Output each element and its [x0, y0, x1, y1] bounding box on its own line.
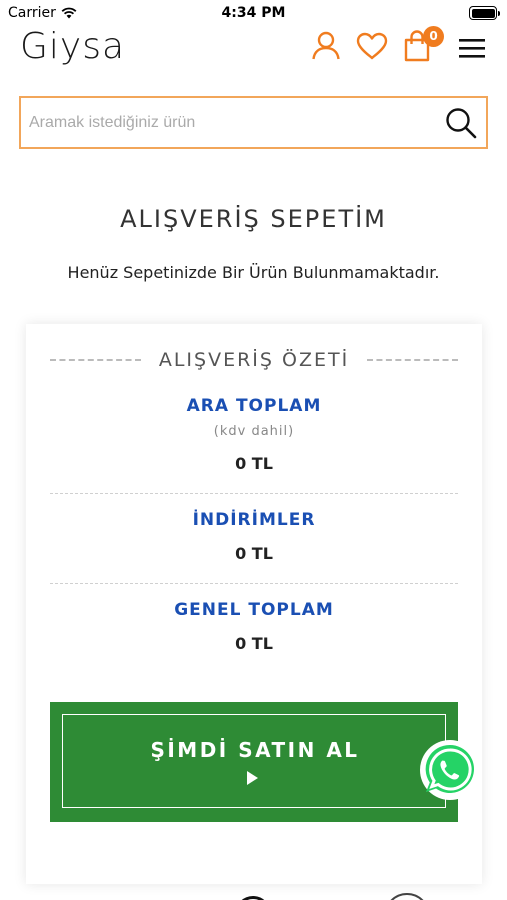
play-arrow-icon — [247, 771, 258, 785]
cart-count-badge[interactable]: 0 — [423, 26, 444, 47]
status-time: 4:34 PM — [221, 5, 286, 21]
heart-icon[interactable] — [356, 32, 388, 60]
subtotal-value: 0 TL — [235, 454, 273, 473]
search-bar — [19, 96, 488, 149]
user-icon[interactable] — [311, 30, 341, 60]
divider — [50, 493, 458, 494]
bottom-circle-icon — [384, 893, 430, 900]
subtotal-label: ARA TOPLAM — [186, 396, 322, 416]
status-bar: Carrier 4:34 PM — [0, 0, 507, 26]
search-input[interactable] — [29, 98, 429, 147]
buy-now-frame: ŞİMDİ SATIN AL — [62, 714, 446, 808]
page-title: ALIŞVERİŞ SEPETİM — [120, 205, 387, 233]
buy-now-button[interactable]: ŞİMDİ SATIN AL — [50, 702, 458, 822]
whatsapp-icon[interactable] — [419, 739, 481, 801]
divider — [367, 359, 458, 361]
hamburger-menu-icon[interactable] — [458, 38, 486, 60]
empty-cart-message: Henüz Sepetinizde Bir Ürün Bulunmamaktad… — [67, 263, 440, 282]
grand-total-value: 0 TL — [235, 634, 273, 653]
app-header: Giysa 0 — [0, 26, 507, 76]
brand-logo[interactable]: Giysa — [20, 26, 125, 67]
bottom-circle-icon — [235, 896, 271, 900]
discounts-value: 0 TL — [235, 544, 273, 563]
divider — [50, 359, 141, 361]
divider — [50, 583, 458, 584]
order-summary-card: ALIŞVERİŞ ÖZETİ ARA TOPLAM (kdv dahil) 0… — [26, 324, 482, 884]
subtotal-tax-note: (kdv dahil) — [213, 424, 295, 439]
summary-header: ALIŞVERİŞ ÖZETİ — [50, 346, 458, 374]
battery-icon — [469, 6, 500, 20]
summary-title: ALIŞVERİŞ ÖZETİ — [158, 349, 350, 371]
search-icon[interactable] — [444, 106, 478, 140]
discounts-label: İNDİRİMLER — [192, 510, 316, 530]
buy-now-label: ŞİMDİ SATIN AL — [150, 738, 360, 762]
grand-total-label: GENEL TOPLAM — [174, 600, 334, 620]
